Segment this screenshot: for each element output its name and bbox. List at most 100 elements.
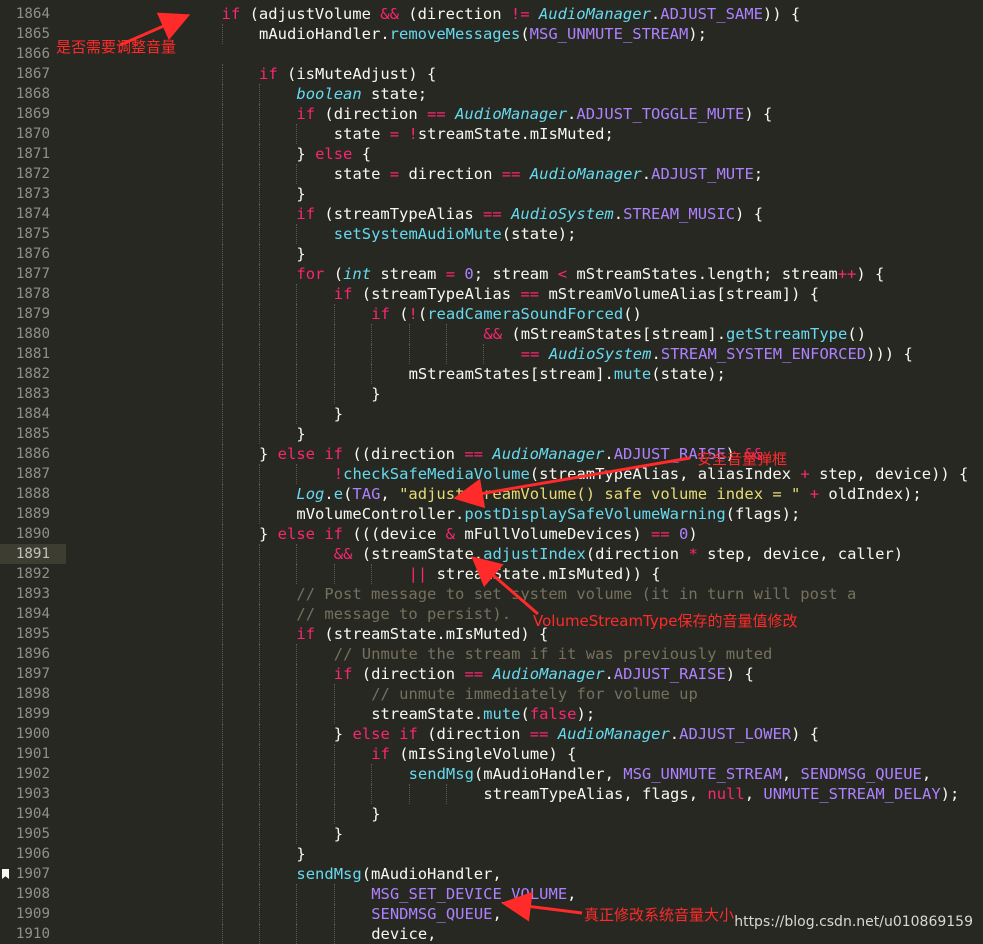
indent-guide: [259, 744, 260, 764]
code-line: 1889 mVolumeController.postDisplaySafeVol…: [0, 504, 983, 524]
line-number: 1905: [15, 826, 50, 842]
indent-guide: [371, 344, 373, 364]
indent-guide: [371, 364, 373, 384]
indent-guide: [296, 744, 298, 764]
code-text[interactable]: } else if ((direction == AudioManager.AD…: [259, 444, 763, 464]
code-text[interactable]: }: [371, 804, 380, 824]
code-line: 1888 Log.e(TAG, "adjustStreamVolume() saf…: [0, 484, 983, 504]
code-text[interactable]: if (streamTypeAlias == mStreamVolumeAlia…: [334, 284, 819, 304]
code-text[interactable]: // unmute immediately for volume up: [371, 684, 698, 704]
code-text[interactable]: && (streamState.adjustIndex(direction * …: [334, 544, 903, 564]
code-text[interactable]: if (direction == AudioManager.ADJUST_TOG…: [296, 104, 772, 124]
indent-guide: [296, 824, 298, 844]
indent-guide: [371, 764, 373, 784]
code-line: 1907 sendMsg(mAudioHandler,: [0, 864, 983, 884]
code-text[interactable]: if (streamTypeAlias == AudioSystem.STREA…: [296, 204, 763, 224]
code-text[interactable]: } else if (((device & mFullVolumeDevices…: [259, 524, 698, 544]
indent-guide: [296, 164, 298, 184]
code-text[interactable]: if (streamState.mIsMuted) {: [296, 624, 548, 644]
indent-guide: [333, 904, 335, 924]
code-text[interactable]: || streamState.mIsMuted)) {: [409, 564, 661, 584]
indent-guide: [296, 404, 298, 424]
code-text[interactable]: device,: [371, 924, 436, 944]
code-line: 1871} else {: [0, 144, 983, 164]
indent-guide: [259, 484, 260, 504]
code-text[interactable]: if (isMuteAdjust) {: [259, 64, 436, 84]
code-text[interactable]: } else if (direction == AudioManager.ADJ…: [334, 724, 819, 744]
code-text[interactable]: if (adjustVolume && (direction != AudioM…: [222, 4, 801, 24]
indent-guide: [408, 324, 410, 344]
code-text[interactable]: } else {: [296, 144, 371, 164]
indent-guide: [259, 184, 260, 204]
code-text[interactable]: Log.e(TAG, "adjustStreamVolume() safe vo…: [296, 484, 921, 504]
code-text[interactable]: MSG_SET_DEVICE_VOLUME,: [371, 884, 576, 904]
code-text[interactable]: if (mIsSingleVolume) {: [371, 744, 576, 764]
indent-guide: [259, 324, 260, 344]
code-line: 1901 if (mIsSingleVolume) {: [0, 744, 983, 764]
code-text[interactable]: state = !streamState.mIsMuted;: [334, 124, 614, 144]
code-text[interactable]: // Unmute the stream if it was previousl…: [334, 644, 773, 664]
line-number: 1903: [15, 786, 50, 802]
code-text[interactable]: && (mStreamStates[stream].getStreamType(…: [483, 324, 866, 344]
code-text[interactable]: }: [334, 404, 343, 424]
code-text[interactable]: setSystemAudioMute(state);: [334, 224, 577, 244]
code-line: 1903 streamTypeAlias, flags, null, UNMUTE…: [0, 784, 983, 804]
code-text[interactable]: streamState.mute(false);: [371, 704, 595, 724]
code-text[interactable]: }: [371, 384, 380, 404]
code-text[interactable]: streamTypeAlias, flags, null, UNMUTE_STR…: [483, 784, 959, 804]
code-text[interactable]: !checkSafeMediaVolume(streamTypeAlias, a…: [334, 464, 969, 484]
code-text[interactable]: boolean state;: [296, 84, 427, 104]
indent-guide: [296, 904, 298, 924]
code-line: 1890} else if (((device & mFullVolumeDev…: [0, 524, 983, 544]
code-line: 1887 !checkSafeMediaVolume(streamTypeAlia…: [0, 464, 983, 484]
code-text[interactable]: mStreamStates[stream].mute(state);: [409, 364, 726, 384]
indent-guide: [221, 684, 223, 704]
code-text[interactable]: }: [296, 424, 305, 444]
indent-guide: [259, 424, 260, 444]
code-text[interactable]: }: [296, 844, 305, 864]
indent-guide: [259, 224, 260, 244]
code-line: 1872 state = direction == AudioManager.AD…: [0, 164, 983, 184]
indent-guide: [221, 924, 223, 944]
code-text[interactable]: state = direction == AudioManager.ADJUST…: [334, 164, 763, 184]
code-text[interactable]: }: [296, 184, 305, 204]
indent-guide: [259, 824, 260, 844]
code-text[interactable]: if (direction == AudioManager.ADJUST_RAI…: [334, 664, 754, 684]
code-text[interactable]: sendMsg(mAudioHandler,: [296, 864, 501, 884]
code-text[interactable]: mAudioHandler.removeMessages(MSG_UNMUTE_…: [259, 24, 707, 44]
indent-guide: [221, 744, 223, 764]
indent-guide: [221, 264, 223, 284]
code-text[interactable]: mVolumeController.postDisplaySafeVolumeW…: [296, 504, 800, 524]
line-number: 1877: [15, 266, 50, 282]
indent-guide: [221, 24, 223, 44]
indent-guide: [296, 224, 298, 244]
line-number: 1900: [15, 726, 50, 742]
indent-guide: [259, 84, 260, 104]
indent-guide: [296, 384, 298, 404]
code-text[interactable]: for (int stream = 0; stream < mStreamSta…: [296, 264, 884, 284]
code-text[interactable]: if (!(readCameraSoundForced(): [371, 304, 642, 324]
code-text[interactable]: SENDMSG_QUEUE,: [371, 904, 502, 924]
code-text[interactable]: // message to persist).: [296, 604, 511, 624]
code-editor[interactable]: 1864 if (adjustVolume && (direction != Au…: [0, 0, 983, 944]
code-line: 1873}: [0, 184, 983, 204]
indent-guide: [259, 804, 260, 824]
code-text[interactable]: sendMsg(mAudioHandler, MSG_UNMUTE_STREAM…: [409, 764, 932, 784]
code-text[interactable]: }: [296, 244, 305, 264]
indent-guide: [221, 284, 223, 304]
annotation-safe-volume: 安全音量弹框: [697, 450, 788, 468]
code-line: 1881 == AudioSystem.STREAM_SYSTEM_ENFORCE…: [0, 344, 983, 364]
line-number: 1888: [15, 486, 50, 502]
indent-guide: [371, 324, 373, 344]
indent-guide: [333, 344, 335, 364]
code-text[interactable]: == AudioSystem.STREAM_SYSTEM_ENFORCED)))…: [521, 344, 913, 364]
indent-guide: [221, 64, 223, 84]
code-text[interactable]: }: [334, 824, 343, 844]
indent-guide: [259, 504, 260, 524]
code-text[interactable]: // Post message to set system volume (it…: [296, 584, 856, 604]
line-number: 1887: [15, 466, 50, 482]
code-line: 1897 if (direction == AudioManager.ADJUST…: [0, 664, 983, 684]
indent-guide: [259, 244, 260, 264]
indent-guide: [221, 144, 223, 164]
indent-guide: [259, 264, 260, 284]
